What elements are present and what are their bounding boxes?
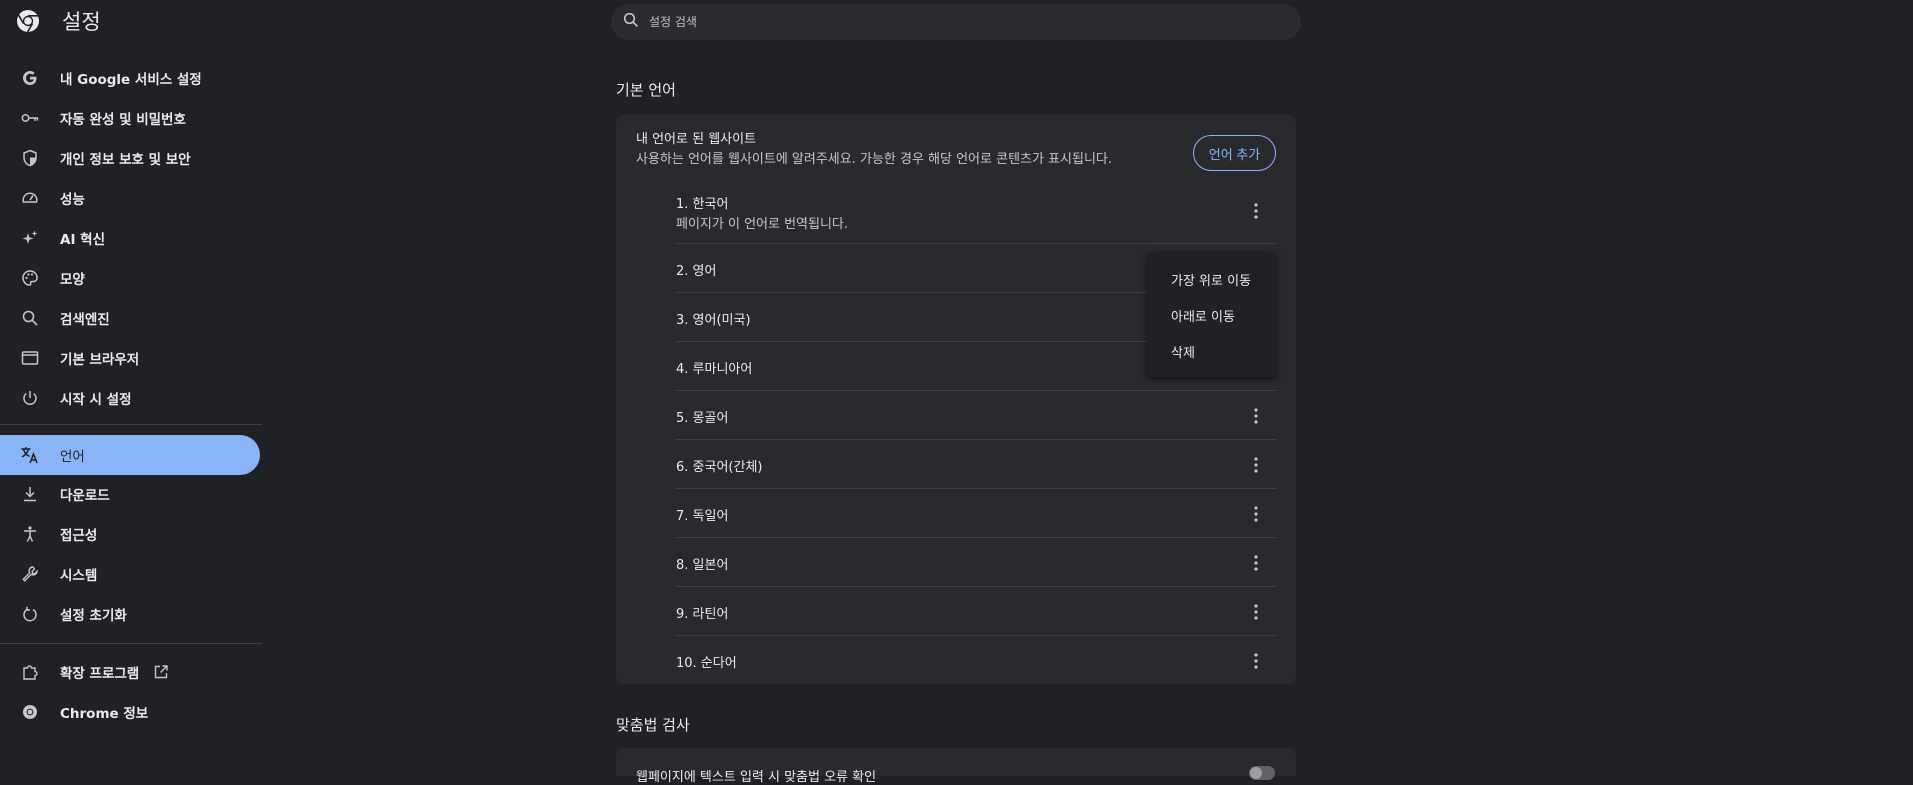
language-context-menu: 가장 위로 이동 아래로 이동 삭제 [1147,252,1276,377]
row-divider [676,635,1276,636]
sidebar-item-label: 설정 초기화 [60,608,127,624]
language-label: 3. 영어(미국) [676,313,751,328]
more-options-icon[interactable] [1244,453,1268,477]
spellcheck-toggle[interactable] [1249,766,1275,780]
row-divider [676,439,1276,440]
row-divider [676,537,1276,538]
add-language-button[interactable]: 언어 추가 [1193,135,1276,171]
row-divider [676,390,1276,391]
card-heading: 내 언어로 된 웹사이트 [636,132,757,147]
reset-icon [20,604,40,624]
sidebar-item-label: 시스템 [60,568,98,584]
sidebar-divider [0,424,262,425]
sidebar-item-label: 성능 [60,192,85,208]
language-label: 10. 순다어 [676,656,737,671]
language-label: 4. 루마니아어 [676,362,753,377]
language-label: 7. 독일어 [676,509,729,524]
sidebar-item-languages[interactable]: 언어 [0,435,260,475]
key-icon [20,108,40,128]
speedometer-icon [20,188,40,208]
sidebar-item-on-startup[interactable]: 시작 시 설정 [0,378,260,418]
language-label: 6. 중국어(간체) [676,460,763,475]
menu-item-remove[interactable]: 삭제 [1171,342,1195,361]
sidebar-item-label: 다운로드 [60,488,110,504]
more-options-icon[interactable] [1244,649,1268,673]
palette-icon [20,268,40,288]
row-divider [676,488,1276,489]
sidebar-item-label: 내 Google 서비스 설정 [60,72,202,88]
search-icon [20,308,40,328]
more-options-icon[interactable] [1244,199,1268,223]
search-icon [623,12,639,32]
menu-item-move-down[interactable]: 아래로 이동 [1171,306,1235,325]
sidebar-item-label: Chrome 정보 [60,706,149,722]
open-in-new-icon [153,664,169,680]
translate-icon [20,445,40,465]
sidebar-item-performance[interactable]: 성능 [0,178,260,218]
language-label: 1. 한국어 [676,197,729,212]
sidebar-item-about-chrome[interactable]: Chrome 정보 [0,692,260,732]
puzzle-icon [20,662,40,682]
sidebar-item-label: 언어 [60,449,85,465]
sidebar-item-label: 자동 완성 및 비밀번호 [60,112,186,128]
more-options-icon[interactable] [1244,551,1268,575]
section-title-spellcheck: 맞춤법 검사 [616,716,690,734]
sidebar-item-label: 검색엔진 [60,312,110,328]
sidebar-item-google-services[interactable]: 내 Google 서비스 설정 [0,58,260,98]
row-divider [676,243,1276,244]
sidebar-item-autofill[interactable]: 자동 완성 및 비밀번호 [0,98,260,138]
sidebar-item-label: 시작 시 설정 [60,392,132,408]
chrome-logo-icon [16,9,40,33]
download-icon [20,484,40,504]
sidebar-item-downloads[interactable]: 다운로드 [0,474,260,514]
language-label: 8. 일본어 [676,558,729,573]
sidebar-item-label: 개인 정보 보호 및 보안 [60,152,191,168]
language-subtext: 페이지가 이 언어로 번역됩니다. [676,217,849,232]
power-icon [20,388,40,408]
sparkle-icon [20,228,40,248]
sidebar-item-extensions[interactable]: 확장 프로그램 [0,652,260,692]
browser-window-icon [20,348,40,368]
sidebar-item-label: 확장 프로그램 [60,666,140,682]
sidebar-divider [0,643,262,644]
language-label: 2. 영어 [676,264,717,279]
menu-item-move-to-top[interactable]: 가장 위로 이동 [1171,270,1251,289]
row-divider [676,586,1276,587]
sidebar-item-reset[interactable]: 설정 초기화 [0,594,260,634]
search-input[interactable] [647,14,1251,30]
sidebar-item-search-engine[interactable]: 검색엔진 [0,298,260,338]
language-label: 9. 라틴어 [676,607,729,622]
section-title-preferred-languages: 기본 언어 [616,81,676,99]
sidebar-item-label: AI 혁신 [60,232,106,248]
search-box[interactable] [611,4,1301,40]
language-label: 5. 몽골어 [676,411,729,426]
more-options-icon[interactable] [1244,502,1268,526]
shield-icon [20,148,40,168]
sidebar-item-privacy[interactable]: 개인 정보 보호 및 보안 [0,138,260,178]
more-options-icon[interactable] [1244,600,1268,624]
wrench-icon [20,564,40,584]
more-options-icon[interactable] [1244,404,1268,428]
sidebar-item-appearance[interactable]: 모양 [0,258,260,298]
sidebar-item-accessibility[interactable]: 접근성 [0,514,260,554]
card-description: 사용하는 언어를 웹사이트에 알려주세요. 가능한 경우 해당 언어로 콘텐츠가… [636,152,1113,167]
sidebar-item-label: 접근성 [60,528,98,544]
page-title: 설정 [62,10,101,34]
accessibility-icon [20,524,40,544]
sidebar-item-label: 모양 [60,272,85,288]
sidebar-item-system[interactable]: 시스템 [0,554,260,594]
sidebar-item-label: 기본 브라우저 [60,352,140,368]
sidebar-item-ai[interactable]: AI 혁신 [0,218,260,258]
google-g-icon [20,68,40,88]
sidebar-item-default-browser[interactable]: 기본 브라우저 [0,338,260,378]
chrome-icon [20,702,40,722]
